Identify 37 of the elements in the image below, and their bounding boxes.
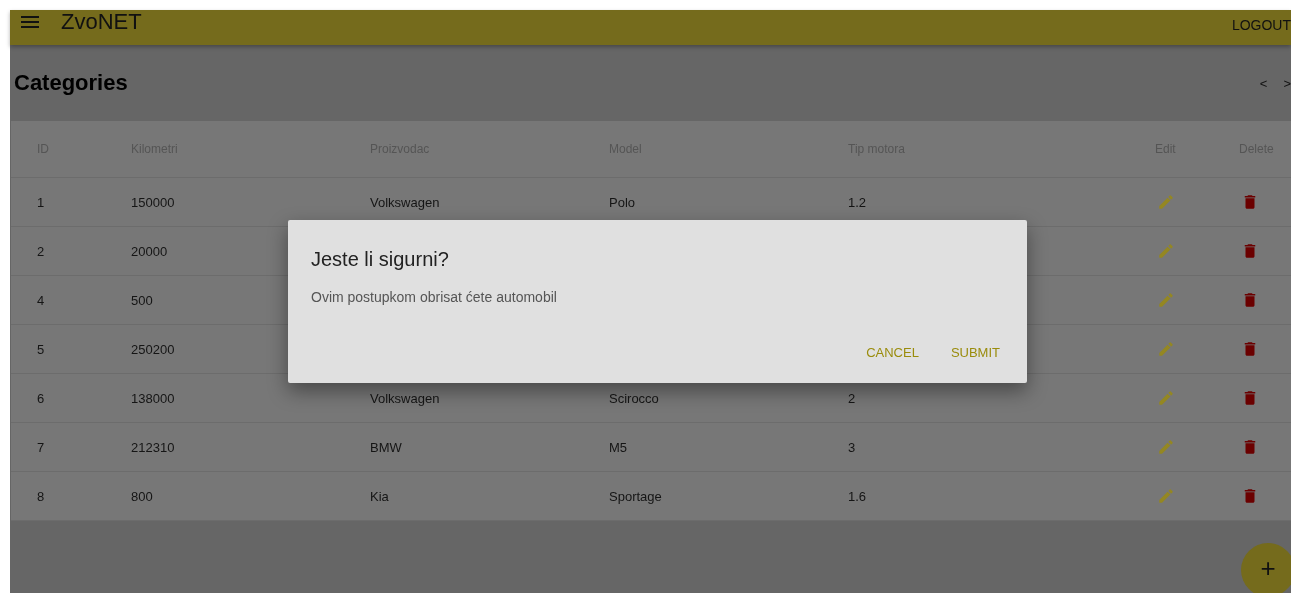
table-cell: 20000 bbox=[131, 243, 168, 259]
table-cell: 1 bbox=[37, 194, 45, 210]
page-title: Categories bbox=[14, 69, 128, 96]
cancel-button[interactable]: CANCEL bbox=[866, 345, 919, 360]
table-cell: 138000 bbox=[131, 390, 175, 406]
app-title: ZvoNET bbox=[61, 8, 142, 35]
logout-button[interactable]: LOGOUT bbox=[1231, 16, 1291, 33]
menu-icon[interactable] bbox=[21, 15, 39, 28]
table-cell: Polo bbox=[609, 194, 636, 210]
table-cell: 150000 bbox=[131, 194, 175, 210]
table-cell: 2 bbox=[37, 243, 45, 259]
table-cell: 2 bbox=[848, 390, 856, 406]
table-cell: Volkswagen bbox=[370, 390, 440, 406]
table-cell: Volkswagen bbox=[370, 194, 440, 210]
table-cell: M5 bbox=[609, 439, 628, 455]
table-cell: Scirocco bbox=[609, 390, 659, 406]
table-cell: 250200 bbox=[131, 341, 175, 357]
table-cell: 1.6 bbox=[848, 488, 867, 504]
submit-button[interactable]: SUBMIT bbox=[950, 345, 1000, 360]
table-cell: 3 bbox=[848, 439, 856, 455]
table-cell: 6 bbox=[37, 390, 45, 406]
table-cell: 8 bbox=[37, 488, 45, 504]
table-cell: 5 bbox=[37, 341, 45, 357]
table-cell: BMW bbox=[370, 439, 402, 455]
table-cell: 1.2 bbox=[848, 194, 867, 210]
next-page-button[interactable]: > bbox=[1283, 75, 1291, 91]
table-cell: Kia bbox=[370, 488, 389, 504]
table-cell: Sportage bbox=[609, 488, 662, 504]
table-cell: 212310 bbox=[131, 439, 175, 455]
table-cell: 800 bbox=[131, 488, 153, 504]
table-cell: 7 bbox=[37, 439, 45, 455]
table-cell: 4 bbox=[37, 292, 45, 308]
previous-page-button[interactable]: < bbox=[1259, 75, 1268, 91]
dialog-title: Jeste li sigurni? bbox=[311, 248, 450, 271]
dialog-message: Ovim postupkom obrisat ćete automobil bbox=[311, 289, 558, 305]
table-cell: 500 bbox=[131, 292, 153, 308]
add-button[interactable]: + bbox=[1241, 543, 1291, 593]
